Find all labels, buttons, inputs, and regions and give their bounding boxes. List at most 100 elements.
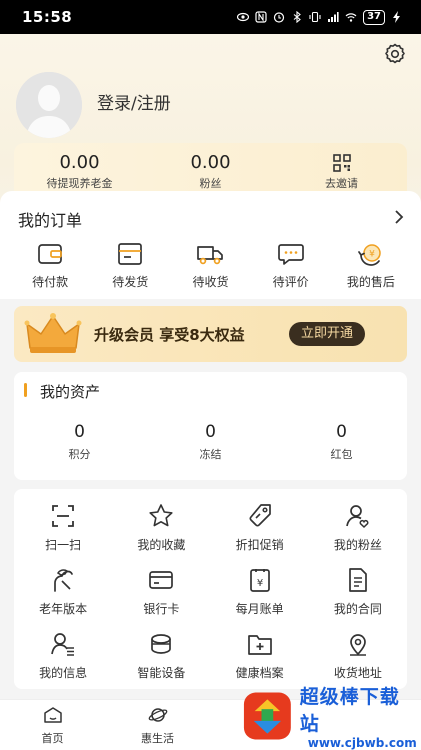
orders-title: 我的订单 [18, 211, 83, 230]
stat-fans[interactable]: 0.00 粉丝 [145, 143, 276, 191]
alarm-icon [273, 12, 285, 23]
section-accent-bar [24, 383, 27, 397]
service-scan[interactable]: 扫一扫 [14, 503, 112, 553]
asset-label: 红包 [330, 448, 353, 461]
qr-code-icon [332, 154, 351, 172]
service-smart-device[interactable]: 智能设备 [112, 631, 210, 681]
nav-life[interactable]: 惠生活 [105, 700, 210, 750]
order-pending-review[interactable]: 待评价 [253, 241, 329, 290]
orders-card: 我的订单 待付款 待发货 待收货 待评价 ¥ 我的售后 [0, 191, 421, 299]
assets-title: 我的资产 [40, 383, 101, 401]
battery-indicator: 37 [363, 9, 385, 25]
stat-label: 待提现养老金 [46, 177, 113, 190]
bank-card-icon [149, 571, 174, 589]
service-address[interactable]: 收货地址 [309, 631, 407, 681]
service-fans[interactable]: 我的粉丝 [309, 503, 407, 553]
comment-icon [277, 244, 304, 265]
member-banner[interactable]: 升级会员 享受8大权益 立即开通 [14, 306, 407, 362]
service-label: 我的粉丝 [333, 538, 382, 552]
nfc-icon [255, 11, 267, 23]
service-label: 收货地址 [333, 666, 382, 680]
assets-row: 0 积分 0 冻结 0 红包 [14, 422, 407, 462]
asset-red-packet[interactable]: 0 红包 [276, 422, 407, 462]
chevron-right-icon[interactable] [393, 209, 405, 225]
stat-value: 0.00 [59, 152, 100, 173]
open-membership-button[interactable]: 立即开通 [289, 322, 366, 346]
svg-text:¥: ¥ [369, 250, 375, 260]
stat-value: 0.00 [190, 152, 231, 173]
order-label: 待评价 [272, 275, 309, 289]
service-monthly-bill[interactable]: ¥ 每月账单 [211, 567, 309, 617]
fan-icon [346, 505, 369, 529]
asset-frozen[interactable]: 0 冻结 [145, 422, 276, 462]
vibrate-icon [309, 11, 321, 23]
elder-icon [54, 569, 73, 592]
service-label: 扫一扫 [45, 538, 82, 552]
services-card: 扫一扫 我的收藏 折扣促销 我的粉丝 老年版本 银行卡 ¥ 每月账单 我的合同 [14, 489, 407, 689]
bluetooth-icon [293, 11, 301, 23]
watermark-text: 超级棒下载站 www.cjbwb.com [300, 682, 417, 750]
order-pending-shipment[interactable]: 待发货 [92, 241, 168, 290]
nav-home[interactable]: 首页 [0, 700, 105, 750]
bill-icon: ¥ [249, 569, 270, 592]
asset-value: 0 [74, 422, 85, 442]
order-label: 待收货 [192, 275, 229, 289]
truck-icon [197, 246, 224, 265]
nav-label: 惠生活 [141, 732, 174, 745]
service-bank-card[interactable]: 银行卡 [112, 567, 210, 617]
assets-card: 我的资产 0 积分 0 冻结 0 红包 [14, 372, 407, 480]
order-after-sales[interactable]: ¥ 我的售后 [333, 241, 409, 290]
star-icon [149, 504, 173, 527]
orders-row: 待付款 待发货 待收货 待评价 ¥ 我的售后 [0, 241, 421, 290]
order-pending-receipt[interactable]: 待收货 [172, 241, 248, 290]
service-label: 我的收藏 [137, 538, 186, 552]
nav-label: 首页 [41, 732, 64, 745]
service-elder-mode[interactable]: 老年版本 [14, 567, 112, 617]
user-info-icon [51, 633, 75, 656]
default-avatar-icon [16, 72, 82, 138]
refund-icon: ¥ [357, 244, 381, 266]
location-icon [349, 634, 366, 656]
settings-gear-icon[interactable] [383, 42, 407, 66]
box-icon [118, 243, 143, 265]
service-my-info[interactable]: 我的信息 [14, 631, 112, 681]
login-register-link[interactable]: 登录/注册 [97, 89, 171, 114]
asset-label: 冻结 [199, 448, 222, 461]
stat-invite[interactable]: 去邀请 [276, 143, 407, 191]
service-label: 我的信息 [39, 666, 88, 680]
member-promo-text: 升级会员 享受8大权益 [94, 326, 245, 344]
home-icon [43, 707, 62, 723]
charging-icon [393, 11, 400, 23]
service-discount[interactable]: 折扣促销 [211, 503, 309, 553]
status-bar: 15:58 37 [0, 0, 421, 34]
asset-value: 0 [205, 422, 216, 442]
stats-card: 0.00 待提现养老金 0.00 粉丝 去邀请 [14, 143, 407, 191]
status-time: 15:58 [22, 8, 73, 26]
eye-icon [237, 12, 250, 22]
order-label: 我的售后 [346, 275, 395, 289]
scan-icon [52, 505, 75, 527]
service-health-record[interactable]: 健康档案 [211, 631, 309, 681]
asset-label: 积分 [68, 448, 91, 461]
watermark-url: www.cjbwb.com [307, 736, 417, 750]
service-label: 我的合同 [333, 602, 382, 616]
service-label: 老年版本 [39, 602, 88, 616]
asset-points[interactable]: 0 积分 [14, 422, 145, 462]
avatar[interactable] [16, 72, 82, 138]
crown-icon [24, 313, 82, 353]
services-grid: 扫一扫 我的收藏 折扣促销 我的粉丝 老年版本 银行卡 ¥ 每月账单 我的合同 [14, 503, 407, 681]
tag-icon [249, 504, 271, 527]
stat-pension[interactable]: 0.00 待提现养老金 [14, 143, 145, 191]
wifi-icon [345, 13, 357, 22]
order-pending-payment[interactable]: 待付款 [12, 241, 88, 290]
service-contract[interactable]: 我的合同 [309, 567, 407, 617]
stat-label: 粉丝 [199, 177, 222, 190]
download-site-logo [243, 692, 291, 740]
service-favorites[interactable]: 我的收藏 [112, 503, 210, 553]
stat-label: 去邀请 [325, 177, 358, 190]
service-label: 折扣促销 [235, 538, 284, 552]
health-folder-icon [247, 635, 272, 655]
order-label: 待发货 [112, 275, 149, 289]
contract-icon [349, 568, 367, 592]
wallet-icon [38, 244, 62, 264]
